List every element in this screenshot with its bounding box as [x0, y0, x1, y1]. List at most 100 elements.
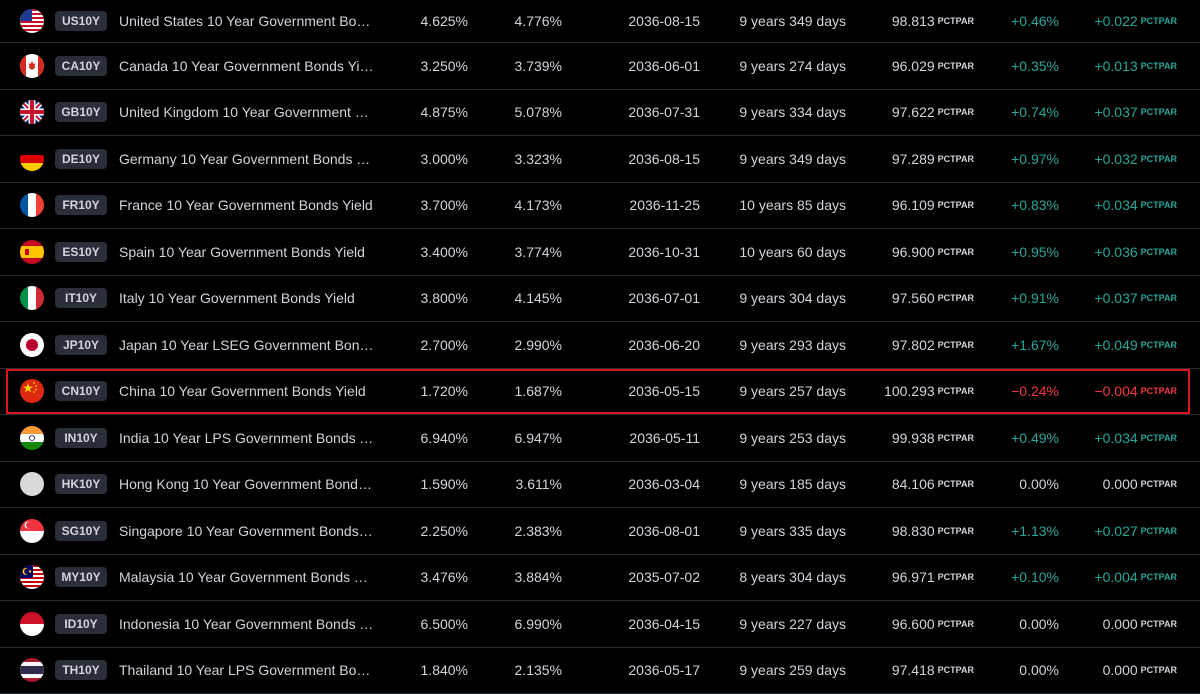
coupon-cell: 3.700% [380, 183, 468, 229]
ca-flag-icon [20, 54, 44, 78]
coupon-cell: 6.940% [380, 415, 468, 461]
change-pct-cell: +0.83% [980, 183, 1059, 229]
table-row[interactable]: MY10Y Malaysia 10 Year Government Bonds … [0, 555, 1200, 602]
ticker-badge[interactable]: US10Y [55, 11, 107, 31]
bond-name[interactable]: Malaysia 10 Year Government Bonds Yield [119, 569, 374, 585]
change-unit: PCTPAR [1141, 619, 1177, 629]
table-row[interactable]: SG10Y Singapore 10 Year Government Bonds… [0, 508, 1200, 555]
change-pct-cell: 0.00% [980, 648, 1059, 694]
table-row[interactable]: FR10Y France 10 Year Government Bonds Yi… [0, 183, 1200, 230]
bond-name[interactable]: China 10 Year Government Bonds Yield [119, 383, 366, 399]
change-unit: PCTPAR [1141, 572, 1177, 582]
price-unit: PCTPAR [938, 479, 974, 489]
bond-name[interactable]: Germany 10 Year Government Bonds Yield [119, 151, 374, 167]
price-unit: PCTPAR [938, 61, 974, 71]
yield-cell: 2.990% [470, 322, 562, 368]
ticker-badge[interactable]: DE10Y [55, 149, 107, 169]
yield-cell: 4.173% [470, 183, 562, 229]
price-cell: 96.600PCTPAR [850, 601, 974, 647]
price-cell: 96.029PCTPAR [850, 43, 974, 89]
ticker-badge[interactable]: ES10Y [55, 242, 107, 262]
change-cell: 0.000PCTPAR [1060, 648, 1177, 694]
price-cell: 84.106PCTPAR [850, 462, 974, 508]
ticker-badge[interactable]: JP10Y [55, 335, 107, 355]
ticker-badge[interactable]: FR10Y [55, 195, 107, 215]
table-row[interactable]: JP10Y Japan 10 Year LSEG Government Bond… [0, 322, 1200, 369]
change-pct-cell: +0.95% [980, 229, 1059, 275]
maturity-cell: 2036-04-15 [600, 601, 700, 647]
bond-name[interactable]: United States 10 Year Government Bonds Y… [119, 13, 374, 29]
change-cell: +0.037PCTPAR [1060, 276, 1177, 322]
price-unit: PCTPAR [938, 619, 974, 629]
change-unit: PCTPAR [1141, 247, 1177, 257]
cn-flag-icon [20, 379, 44, 403]
table-row[interactable]: IT10Y Italy 10 Year Government Bonds Yie… [0, 276, 1200, 323]
coupon-cell: 3.400% [380, 229, 468, 275]
ticker-badge[interactable]: CA10Y [55, 56, 107, 76]
change-cell: +0.004PCTPAR [1060, 555, 1177, 601]
price-cell: 98.813PCTPAR [850, 0, 974, 42]
price-cell: 96.900PCTPAR [850, 229, 974, 275]
ticker-badge[interactable]: MY10Y [55, 567, 107, 587]
ticker-badge[interactable]: IT10Y [55, 288, 107, 308]
yield-cell: 6.947% [470, 415, 562, 461]
table-row[interactable]: GB10Y United Kingdom 10 Year Government … [0, 90, 1200, 137]
remaining-cell: 10 years 60 days [700, 229, 846, 275]
change-pct-cell: +0.49% [980, 415, 1059, 461]
table-row[interactable]: CN10Y China 10 Year Government Bonds Yie… [0, 369, 1200, 416]
table-row[interactable]: ID10Y Indonesia 10 Year Government Bonds… [0, 601, 1200, 648]
table-row[interactable]: US10Y United States 10 Year Government B… [0, 0, 1200, 43]
hk-flag-icon [20, 472, 44, 496]
table-row[interactable]: IN10Y India 10 Year LPS Government Bonds… [0, 415, 1200, 462]
change-cell: +0.049PCTPAR [1060, 322, 1177, 368]
table-row[interactable]: CA10Y Canada 10 Year Government Bonds Yi… [0, 43, 1200, 90]
change-pct-cell: −0.24% [980, 369, 1059, 415]
maturity-cell: 2036-05-11 [600, 415, 700, 461]
price-unit: PCTPAR [938, 526, 974, 536]
bond-name[interactable]: France 10 Year Government Bonds Yield [119, 197, 373, 213]
bond-name[interactable]: Canada 10 Year Government Bonds Yield [119, 58, 374, 74]
id-flag-icon [20, 612, 44, 636]
maturity-cell: 2036-06-01 [600, 43, 700, 89]
price-cell: 99.938PCTPAR [850, 415, 974, 461]
ticker-badge[interactable]: HK10Y [55, 474, 107, 494]
bond-name[interactable]: Singapore 10 Year Government Bonds Yield [119, 523, 374, 539]
ticker-badge[interactable]: SG10Y [55, 521, 107, 541]
es-flag-icon [20, 240, 44, 264]
bond-name[interactable]: Hong Kong 10 Year Government Bonds Yield [119, 476, 374, 492]
table-row[interactable]: HK10Y Hong Kong 10 Year Government Bonds… [0, 462, 1200, 509]
ticker-badge[interactable]: IN10Y [55, 428, 107, 448]
bond-name[interactable]: Spain 10 Year Government Bonds Yield [119, 244, 365, 260]
table-row[interactable]: ES10Y Spain 10 Year Government Bonds Yie… [0, 229, 1200, 276]
bond-name[interactable]: United Kingdom 10 Year Government Bonds … [119, 104, 374, 120]
ticker-badge[interactable]: ID10Y [55, 614, 107, 634]
it-flag-icon [20, 286, 44, 310]
maturity-cell: 2036-07-31 [600, 90, 700, 136]
maturity-cell: 2036-08-15 [600, 0, 700, 42]
bond-name[interactable]: India 10 Year LPS Government Bonds Yield [119, 430, 374, 446]
table-row[interactable]: DE10Y Germany 10 Year Government Bonds Y… [0, 136, 1200, 183]
bond-name[interactable]: Thailand 10 Year LPS Government Bonds Yi… [119, 662, 374, 678]
ticker-badge[interactable]: GB10Y [55, 102, 107, 122]
bond-name[interactable]: Italy 10 Year Government Bonds Yield [119, 290, 355, 306]
coupon-cell: 2.700% [380, 322, 468, 368]
change-pct-cell: +0.46% [980, 0, 1059, 42]
change-pct-cell: +1.67% [980, 322, 1059, 368]
coupon-cell: 6.500% [380, 601, 468, 647]
coupon-cell: 1.720% [380, 369, 468, 415]
sg-flag-icon [20, 519, 44, 543]
maturity-cell: 2036-06-20 [600, 322, 700, 368]
bond-name[interactable]: Japan 10 Year LSEG Government Bonds Yiel… [119, 337, 374, 353]
change-unit: PCTPAR [1141, 340, 1177, 350]
price-unit: PCTPAR [938, 107, 974, 117]
table-row[interactable]: TH10Y Thailand 10 Year LPS Government Bo… [0, 648, 1200, 694]
remaining-cell: 8 years 304 days [700, 555, 846, 601]
remaining-cell: 9 years 293 days [700, 322, 846, 368]
change-unit: PCTPAR [1141, 479, 1177, 489]
ticker-badge[interactable]: TH10Y [55, 660, 107, 680]
ticker-badge[interactable]: CN10Y [55, 381, 107, 401]
change-pct-cell: +0.91% [980, 276, 1059, 322]
change-unit: PCTPAR [1141, 61, 1177, 71]
coupon-cell: 3.476% [380, 555, 468, 601]
bond-name[interactable]: Indonesia 10 Year Government Bonds Yield [119, 616, 374, 632]
